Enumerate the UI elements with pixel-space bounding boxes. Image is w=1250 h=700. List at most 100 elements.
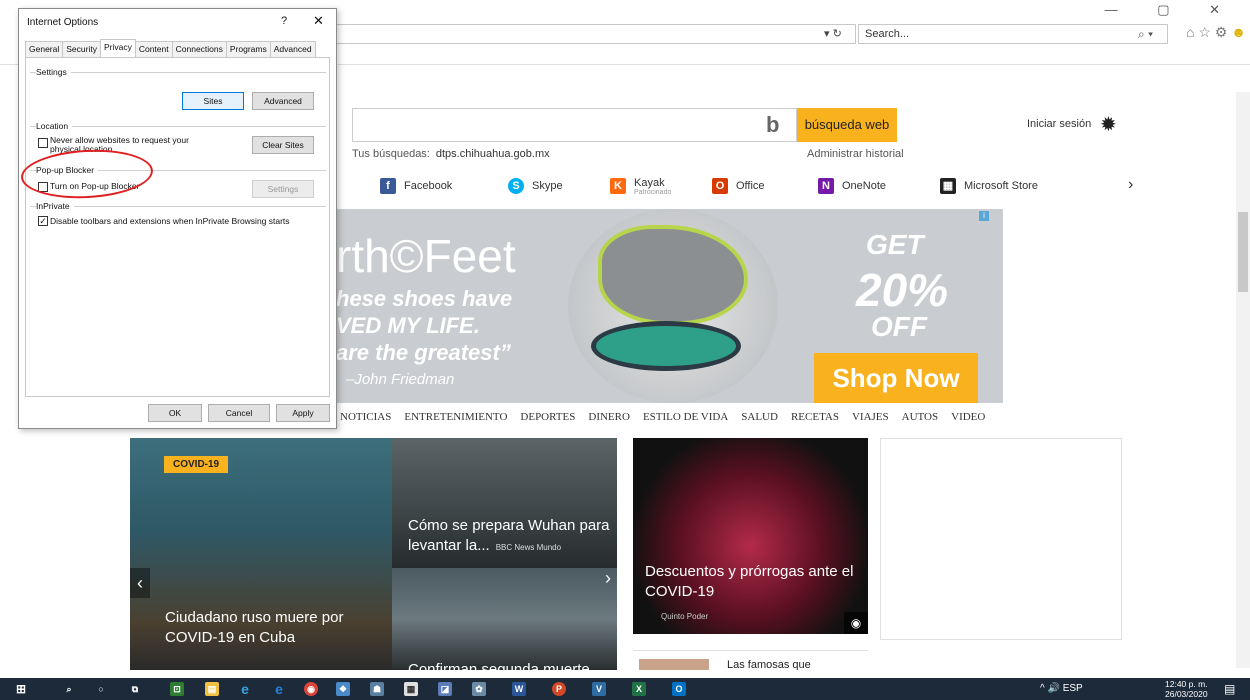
popup-settings-button[interactable]: Settings (252, 180, 314, 198)
nav-viajes[interactable]: VIAJES (852, 411, 889, 423)
clear-sites-button[interactable]: Clear Sites (252, 136, 314, 154)
task-view-icon[interactable]: ⧉ (128, 682, 142, 696)
windows-start-icon[interactable]: ⊞ (14, 682, 28, 696)
cortana-icon[interactable]: ○ (94, 682, 108, 696)
location-checkbox[interactable] (38, 138, 48, 148)
visio-icon[interactable]: V (592, 682, 606, 696)
nav-salud[interactable]: SALUD (741, 411, 778, 423)
news-tile-second-death[interactable]: › Confirman segunda muerte (392, 568, 617, 670)
excel-icon[interactable]: X (632, 682, 646, 696)
web-search-button[interactable]: búsqueda web (797, 108, 897, 142)
refresh-icon[interactable]: ▾ ↻ (824, 27, 842, 40)
help-icon[interactable]: ? (281, 15, 287, 27)
word-icon[interactable]: W (512, 682, 526, 696)
app-icon[interactable]: ✿ (472, 682, 486, 696)
chevron-right-icon[interactable]: › (605, 568, 611, 589)
chevron-left-icon[interactable]: ‹ (130, 568, 150, 598)
advertisement-banner[interactable]: rth©Feet hese shoes have VED MY LIFE. ar… (336, 209, 1003, 403)
group-divider (30, 206, 326, 207)
internet-options-dialog: Internet Options ? ✕ General Security Pr… (18, 8, 337, 429)
quick-link-skype[interactable]: S Skype (508, 176, 563, 196)
sites-button[interactable]: Sites (182, 92, 244, 110)
news-tile-cuba[interactable]: COVID-19 ‹ Ciudadano ruso muere por COVI… (130, 438, 392, 670)
page-scrollbar[interactable] (1236, 92, 1250, 668)
covid-badge: COVID-19 (164, 456, 229, 473)
quick-link-onenote[interactable]: N OneNote (818, 176, 886, 196)
nav-entretenimiento[interactable]: ENTRETENIMIENTO (404, 411, 507, 423)
quick-link-kayak[interactable]: K Kayak Patrocinado (610, 176, 671, 196)
bing-search-input[interactable] (352, 108, 797, 142)
tab-content[interactable]: Content (134, 41, 173, 58)
group-divider (30, 72, 326, 73)
quick-link-office[interactable]: O Office (712, 176, 765, 196)
quick-link-facebook[interactable]: f Facebook (380, 176, 452, 196)
inprivate-checkbox-label: Disable toolbars and extensions when InP… (50, 216, 290, 226)
tab-advanced[interactable]: Advanced (269, 41, 316, 58)
advanced-button[interactable]: Advanced (252, 92, 314, 110)
news-thumbnail (639, 659, 709, 670)
recent-query-link[interactable]: dtps.chihuahua.gob.mx (436, 148, 550, 160)
news-tile-wuhan[interactable]: Cómo se prepara Wuhan para levantar la..… (392, 438, 617, 568)
settings-gear-icon[interactable]: ✹ (1100, 112, 1117, 137)
tab-privacy[interactable]: Privacy (99, 39, 136, 56)
outlook-icon[interactable]: O (672, 682, 686, 696)
news-headline: Ciudadano ruso muere por COVID-19 en Cub… (165, 609, 344, 646)
ad-quote-line: VED MY LIFE. (336, 313, 480, 338)
internet-explorer-icon[interactable]: e (238, 682, 252, 696)
app-icon[interactable]: ❖ (336, 682, 350, 696)
home-icon[interactable]: ⌂ (1186, 24, 1194, 40)
shop-now-button[interactable]: Shop Now (814, 353, 978, 403)
nav-video[interactable]: VIDEO (951, 411, 985, 423)
nav-estilo-de-vida[interactable]: ESTILO DE VIDA (643, 411, 728, 423)
gear-icon[interactable]: ⚙ (1215, 24, 1228, 40)
address-bar[interactable] (336, 24, 856, 44)
edge-icon[interactable]: e (272, 682, 286, 696)
news-headline: Descuentos y prórrogas ante el COVID-19 (645, 563, 854, 600)
tab-security[interactable]: Security (62, 41, 101, 58)
nav-autos[interactable]: AUTOS (902, 411, 938, 423)
search-icon[interactable]: ⌕ (62, 682, 76, 696)
chrome-icon[interactable]: ◉ (304, 682, 318, 696)
office-icon: O (712, 178, 728, 194)
empty-news-slot (880, 438, 1122, 640)
scrollbar-thumb[interactable] (1238, 212, 1248, 292)
nav-recetas[interactable]: RECETAS (791, 411, 839, 423)
kayak-icon: K (610, 178, 626, 194)
browser-search-input[interactable]: Search... (858, 24, 1168, 44)
nav-noticias[interactable]: NOTICIAS (340, 411, 391, 423)
inprivate-checkbox[interactable]: ✓ (38, 216, 48, 226)
nav-dinero[interactable]: DINERO (588, 411, 630, 423)
apply-button[interactable]: Apply (276, 404, 330, 422)
ad-info-icon[interactable]: i (979, 211, 989, 221)
toolbar-icons[interactable]: ⌂ ☆ ⚙ ☻ (1186, 24, 1246, 41)
app-icon[interactable]: ◪ (438, 682, 452, 696)
cancel-button[interactable]: Cancel (208, 404, 270, 422)
quick-link-label: Office (736, 180, 765, 192)
notifications-icon[interactable]: ▤ (1224, 682, 1235, 696)
group-divider (30, 126, 326, 127)
nav-deportes[interactable]: DEPORTES (520, 411, 575, 423)
news-source: Quinto Poder (661, 612, 709, 621)
calculator-icon[interactable]: ▦ (404, 682, 418, 696)
close-icon[interactable]: ✕ (313, 13, 324, 29)
quick-link-microsoft-store[interactable]: ▦ Microsoft Store (940, 176, 1038, 196)
tab-general[interactable]: General (25, 41, 64, 58)
chevron-right-icon[interactable]: › (1128, 176, 1133, 194)
tab-programs[interactable]: Programs (225, 41, 271, 58)
system-tray[interactable]: ^ 🔊 ESP (1040, 683, 1083, 694)
feedback-smiley-icon[interactable]: ☻ (1231, 24, 1246, 40)
ok-button[interactable]: OK (148, 404, 202, 422)
manage-history-link[interactable]: Administrar historial (807, 148, 904, 160)
clock[interactable]: 12:40 p. m. 26/03/2020 (1165, 679, 1208, 699)
sign-in-link[interactable]: Iniciar sesión (1027, 118, 1091, 130)
file-explorer-icon[interactable]: ▤ (205, 682, 219, 696)
news-tile-discounts[interactable]: Descuentos y prórrogas ante el COVID-19 … (633, 438, 868, 634)
search-icon[interactable]: ⌕ ▾ (1138, 27, 1153, 42)
window-controls[interactable]: — ▢ ✕ (1105, 2, 1238, 18)
star-icon[interactable]: ☆ (1198, 24, 1211, 40)
app-icon[interactable]: ⊡ (170, 682, 184, 696)
powerpoint-icon[interactable]: P (552, 682, 566, 696)
tab-connections[interactable]: Connections (171, 41, 227, 58)
app-icon[interactable]: ☗ (370, 682, 384, 696)
news-tile-famosas[interactable]: Las famosas que (633, 650, 868, 670)
